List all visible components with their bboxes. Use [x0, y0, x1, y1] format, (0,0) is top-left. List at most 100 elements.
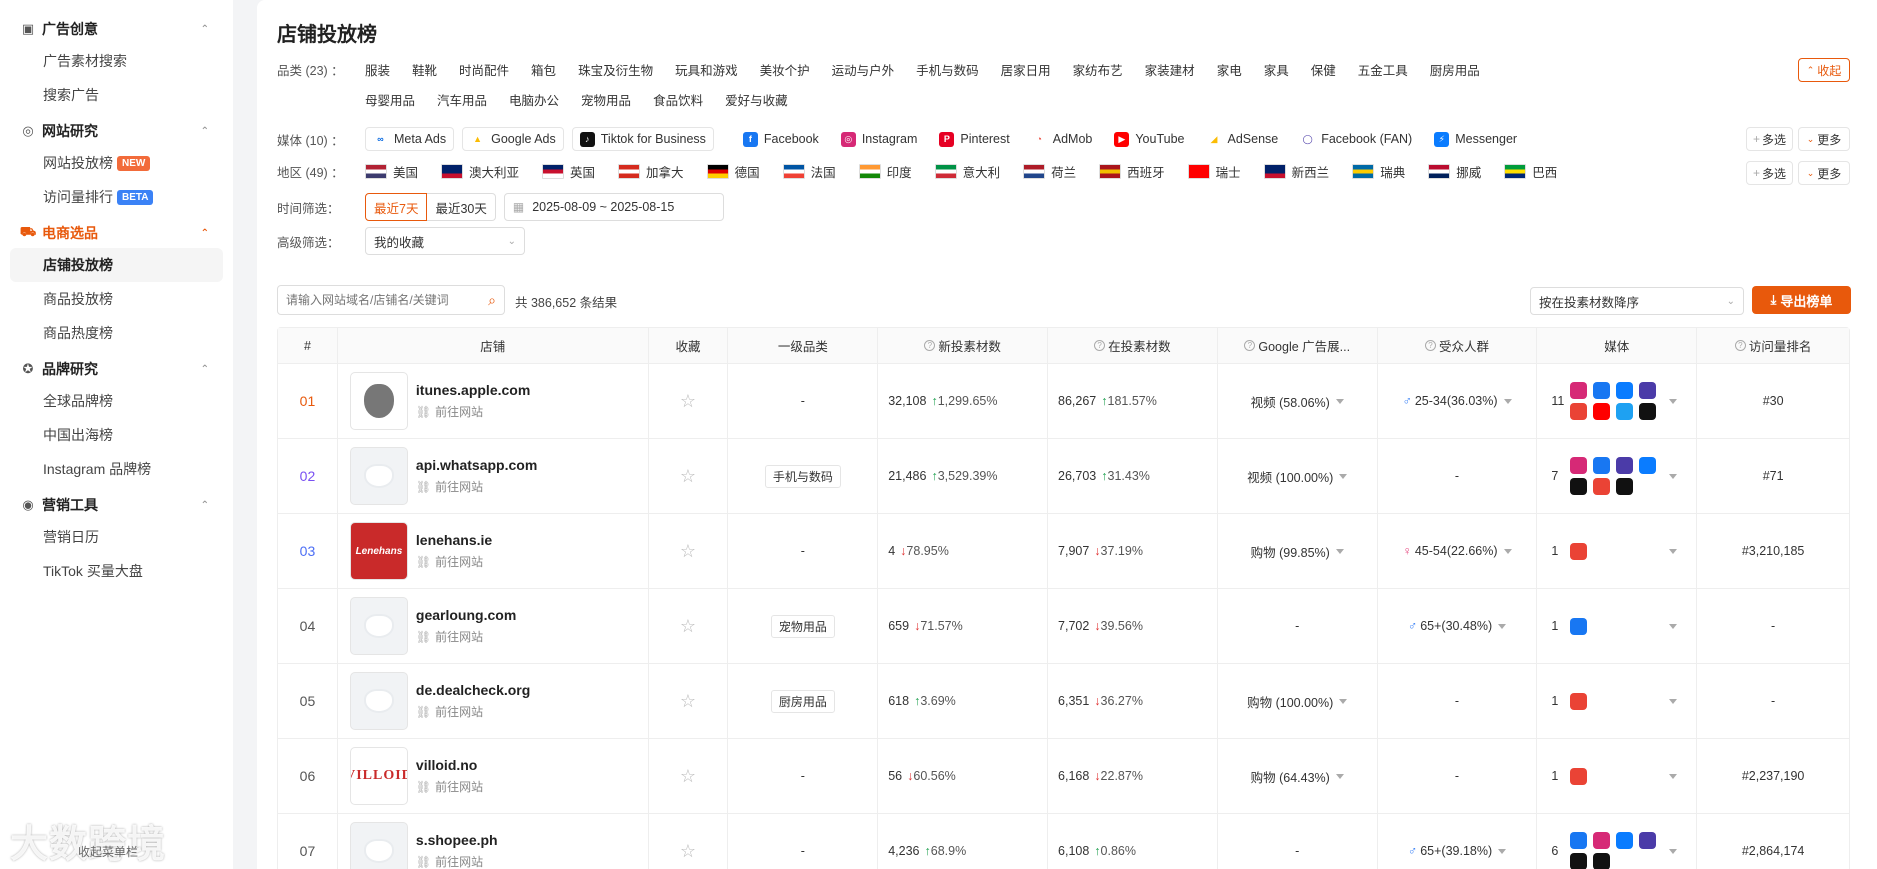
star-icon[interactable]: ☆: [680, 616, 696, 637]
region-multi-button[interactable]: + 多选: [1746, 161, 1793, 185]
region-more-button[interactable]: ⌄ 更多: [1798, 161, 1850, 185]
media-chip[interactable]: ◔ AdMob: [1025, 127, 1100, 151]
region-chip[interactable]: 意大利: [934, 162, 1000, 181]
media-multi-button[interactable]: + 多选: [1746, 127, 1793, 151]
region-chip[interactable]: 西班牙: [1099, 162, 1165, 181]
category-chip[interactable]: 玩具和游戏: [675, 60, 738, 79]
category-chip[interactable]: 服装: [365, 60, 390, 79]
store-domain[interactable]: api.whatsapp.com: [416, 457, 537, 473]
sidebar-section[interactable]: ◉ 营销工具 ⌃: [0, 490, 233, 520]
visit-site-link[interactable]: ⛓ 前往网站: [416, 403, 530, 420]
column-header[interactable]: 店铺: [338, 328, 649, 363]
region-chip[interactable]: 巴西: [1504, 162, 1557, 181]
store-logo[interactable]: [349, 372, 408, 430]
media-chip[interactable]: ▲ Google Ads: [462, 127, 564, 151]
table-row[interactable]: 06VILLOIDvilloid.no⛓前往网站☆-56↓60.56%6,168…: [278, 739, 1849, 814]
media-chip[interactable]: ◯ Facebook (FAN): [1293, 127, 1419, 151]
store-logo[interactable]: Lenehans: [349, 522, 408, 580]
caret-down-icon[interactable]: [1498, 623, 1507, 629]
category-chip[interactable]: 厨房用品: [1430, 60, 1480, 79]
caret-down-icon[interactable]: [1669, 398, 1678, 404]
sidebar-item[interactable]: 店铺投放榜: [10, 248, 223, 282]
sidebar-section[interactable]: ⛟ 电商选品 ⌃: [0, 218, 233, 248]
store-logo[interactable]: [349, 822, 408, 869]
time-30d-button[interactable]: 最近30天: [427, 193, 496, 221]
star-icon[interactable]: ☆: [680, 841, 696, 862]
category-chip[interactable]: 母婴用品: [365, 90, 415, 109]
store-logo[interactable]: [349, 597, 408, 655]
column-header[interactable]: #: [278, 328, 338, 363]
column-header[interactable]: 收藏: [649, 328, 729, 363]
column-header[interactable]: 媒体: [1537, 328, 1698, 363]
caret-down-icon[interactable]: [1503, 398, 1512, 404]
category-chip[interactable]: 时尚配件: [459, 60, 509, 79]
store-domain[interactable]: itunes.apple.com: [416, 382, 530, 398]
caret-down-icon[interactable]: [1669, 698, 1678, 704]
sidebar-section[interactable]: ✪ 品牌研究 ⌃: [0, 354, 233, 384]
sidebar-item[interactable]: 网站投放榜 NEW: [0, 146, 233, 180]
store-domain[interactable]: lenehans.ie: [416, 532, 492, 548]
store-logo[interactable]: VILLOID: [349, 747, 408, 805]
region-chip[interactable]: 瑞士: [1187, 162, 1241, 181]
store-domain[interactable]: villoid.no: [416, 757, 483, 773]
star-icon[interactable]: ☆: [680, 766, 696, 787]
column-header[interactable]: 一级品类: [728, 328, 879, 363]
column-header[interactable]: ? 访问量排名: [1697, 328, 1849, 363]
category-chip[interactable]: 居家日用: [1001, 60, 1051, 79]
caret-down-icon[interactable]: [1503, 548, 1512, 554]
caret-down-icon[interactable]: [1339, 473, 1348, 479]
store-logo[interactable]: [349, 447, 408, 505]
column-header[interactable]: ? 在投素材数: [1048, 328, 1218, 363]
region-chip[interactable]: 美国: [365, 162, 418, 181]
star-icon[interactable]: ☆: [680, 691, 696, 712]
caret-down-icon[interactable]: [1669, 548, 1678, 554]
collapse-menu-note[interactable]: 收起菜单栏: [78, 843, 138, 860]
star-icon[interactable]: ☆: [680, 391, 696, 412]
region-chip[interactable]: 新西兰: [1263, 162, 1329, 181]
media-chip[interactable]: ◢ AdSense: [1199, 127, 1285, 151]
category-chip[interactable]: 珠宝及衍生物: [578, 60, 653, 79]
category-chip[interactable]: 食品饮料: [653, 90, 703, 109]
visit-site-link[interactable]: ⛓ 前往网站: [416, 478, 537, 495]
region-chip[interactable]: 加拿大: [618, 162, 684, 181]
sidebar-item[interactable]: TikTok 买量大盘: [0, 554, 233, 588]
visit-site-link[interactable]: ⛓ 前往网站: [416, 853, 498, 869]
category-chip[interactable]: 保健: [1311, 60, 1336, 79]
sidebar-item[interactable]: 访问量排行 BETA: [0, 180, 233, 214]
sidebar-item[interactable]: 商品热度榜: [0, 316, 233, 350]
column-header[interactable]: ? 新投素材数: [878, 328, 1049, 363]
store-domain[interactable]: gearloung.com: [416, 607, 516, 623]
visit-site-link[interactable]: ⛓ 前往网站: [416, 703, 530, 720]
media-chip[interactable]: ◎ Instagram: [834, 127, 925, 151]
caret-down-icon[interactable]: [1335, 398, 1344, 404]
search-icon[interactable]: ⌕: [488, 292, 496, 309]
category-chip[interactable]: 箱包: [531, 60, 556, 79]
sidebar-section[interactable]: ◎ 网站研究 ⌃: [0, 116, 233, 146]
category-chip[interactable]: 家纺布艺: [1073, 60, 1123, 79]
column-header[interactable]: ? 受众人群: [1378, 328, 1538, 363]
sidebar-item[interactable]: 全球品牌榜: [0, 384, 233, 418]
star-icon[interactable]: ☆: [680, 541, 696, 562]
media-chip[interactable]: ⚡ Messenger: [1427, 127, 1524, 151]
caret-down-icon[interactable]: [1669, 623, 1678, 629]
table-row[interactable]: 03 Lenehans lenehans.ie ⛓ 前往网站 ☆ -4 ↓ 78.95% 7,90…: [278, 514, 1849, 589]
date-range-picker[interactable]: ▦ 2025-08-09 ~ 2025-08-15: [503, 193, 724, 221]
sidebar-item[interactable]: 搜索广告: [0, 78, 233, 112]
media-chip[interactable]: ▶ YouTube: [1107, 127, 1191, 151]
media-more-button[interactable]: ⌄ 更多: [1798, 127, 1850, 151]
category-chip[interactable]: 五金工具: [1358, 60, 1408, 79]
caret-down-icon[interactable]: [1335, 548, 1344, 554]
visit-site-link[interactable]: ⛓ 前往网站: [416, 553, 492, 570]
visit-site-link[interactable]: ⛓ 前往网站: [416, 778, 483, 795]
region-chip[interactable]: 瑞典: [1352, 162, 1405, 181]
sidebar-item[interactable]: 广告素材搜索: [0, 44, 233, 78]
sort-select[interactable]: 按在投素材数降序 ⌄: [1530, 287, 1744, 315]
category-chip[interactable]: 家装建材: [1145, 60, 1195, 79]
store-domain[interactable]: de.dealcheck.org: [416, 682, 530, 698]
category-chip[interactable]: 美妆个护: [760, 60, 810, 79]
search-box[interactable]: ⌕: [277, 285, 505, 315]
region-chip[interactable]: 澳大利亚: [441, 162, 519, 181]
media-chip[interactable]: P Pinterest: [932, 127, 1016, 151]
sidebar-item[interactable]: 商品投放榜: [0, 282, 233, 316]
category-chip[interactable]: 家具: [1264, 60, 1289, 79]
